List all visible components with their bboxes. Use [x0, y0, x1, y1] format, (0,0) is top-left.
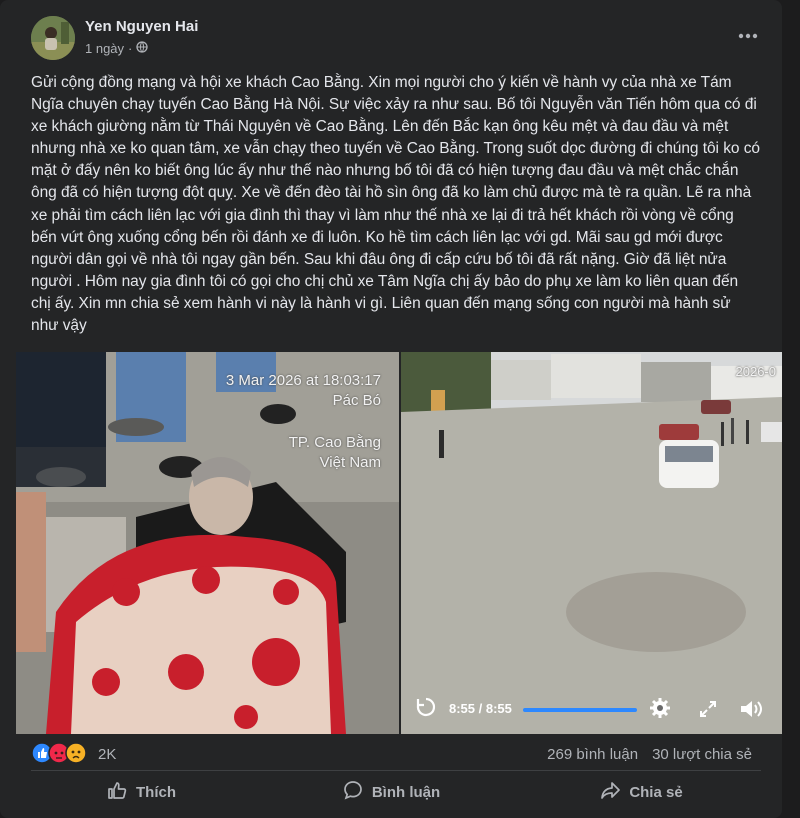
settings-gear-icon[interactable]	[649, 697, 671, 724]
volume-icon[interactable]	[739, 698, 763, 725]
replay-icon[interactable]	[415, 696, 437, 723]
post-card: Yen Nguyen Hai 1 ngày · Gửi cộng đồng mạ…	[0, 0, 782, 818]
like-button[interactable]: Thích	[16, 772, 266, 812]
share-count[interactable]: 30 lượt chia sẻ	[652, 746, 752, 763]
share-label: Chia sẻ	[629, 783, 683, 801]
photo-location-3: Việt Nam	[319, 454, 381, 471]
action-bar: Thích Bình luận Chia sẻ	[16, 772, 766, 812]
more-options-icon[interactable]	[735, 26, 761, 46]
photo-location-2: TP. Cao Bằng	[288, 434, 381, 451]
divider	[31, 770, 761, 771]
comment-label: Bình luận	[371, 783, 441, 801]
author-name[interactable]: Yen Nguyen Hai	[85, 18, 198, 35]
video-time: 8:55 / 8:55	[449, 701, 512, 716]
share-arrow-icon	[599, 779, 621, 805]
comment-bubble-icon	[342, 779, 364, 805]
post-media[interactable]: 3 Mar 2026 at 18:03:17 Pác Bó TP. Cao Bằ…	[16, 352, 782, 734]
author-avatar[interactable]	[31, 16, 75, 60]
comment-button[interactable]: Bình luận	[266, 772, 516, 812]
like-label: Thích	[136, 783, 176, 801]
share-button[interactable]: Chia sẻ	[516, 772, 766, 812]
post-meta: 1 ngày ·	[85, 41, 149, 56]
video-player[interactable]: 2026-0 8:55 / 8:55	[401, 352, 782, 734]
comment-count[interactable]: 269 bình luận	[547, 746, 638, 763]
thumbs-up-icon	[106, 779, 128, 805]
video-controls: 8:55 / 8:55	[401, 684, 782, 734]
video-progress-bar[interactable]	[523, 708, 637, 712]
fullscreen-icon[interactable]	[699, 700, 717, 723]
post-header: Yen Nguyen Hai 1 ngày ·	[0, 0, 782, 70]
globe-icon	[136, 41, 149, 56]
photo-location-1: Pác Bó	[332, 392, 381, 409]
reaction-count[interactable]: 2K	[98, 746, 116, 763]
post-time[interactable]: 1 ngày	[85, 41, 124, 56]
post-stats: 269 bình luận 30 lượt chia sẻ	[547, 746, 752, 763]
photo-elderly-man[interactable]: 3 Mar 2026 at 18:03:17 Pác Bó TP. Cao Bằ…	[16, 352, 399, 734]
sad-reaction-icon	[65, 742, 87, 769]
meta-separator: ·	[128, 41, 133, 56]
post-text: Gửi cộng đồng mạng và hội xe khách Cao B…	[31, 74, 761, 335]
photo-timestamp: 3 Mar 2026 at 18:03:17	[225, 372, 381, 389]
camera-timestamp: 2026-0	[735, 364, 776, 379]
reaction-icons[interactable]	[31, 742, 87, 769]
